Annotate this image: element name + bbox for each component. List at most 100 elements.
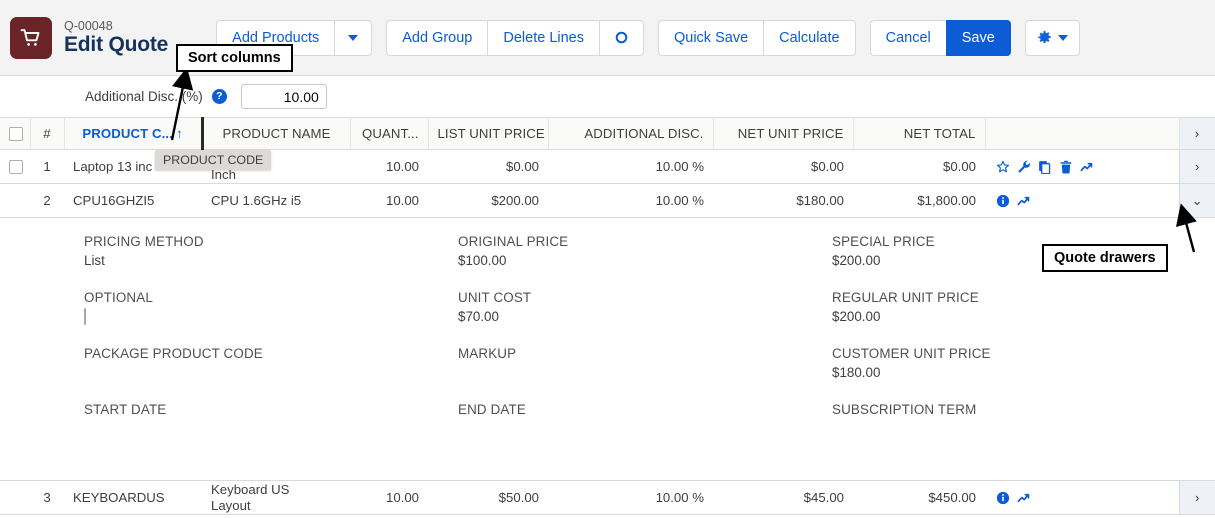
col-header-list-unit-price[interactable]: LIST UNIT PRICE (428, 117, 549, 150)
cell-net-unit-price: $45.00 (713, 480, 853, 515)
drawer-cell: PRICING METHOD List ORIGINAL PRICE $100.… (0, 217, 1215, 481)
field-value: List (84, 253, 105, 268)
star-icon[interactable] (996, 160, 1010, 174)
expand-all-toggle[interactable]: › (1178, 117, 1215, 150)
quick-save-button[interactable]: Quick Save (657, 19, 764, 56)
cell-list-unit-price: $200.00 (428, 183, 548, 218)
drawer-field-subscription-term: SUBSCRIPTION TERM (832, 402, 1206, 438)
info-icon[interactable] (996, 491, 1010, 505)
info-icon[interactable] (996, 194, 1010, 208)
drawer-field-unit-cost: UNIT COST $70.00 (458, 290, 832, 326)
drawer-field-pricing-method: PRICING METHOD List (84, 234, 458, 270)
cell-list-unit-price: $0.00 (428, 149, 548, 184)
col-header-additional-disc[interactable]: ADDITIONAL DISC. (548, 117, 714, 150)
trend-up-icon[interactable] (1080, 160, 1094, 174)
col-header-net-unit-price[interactable]: NET UNIT PRICE (713, 117, 854, 150)
settings-button[interactable] (1024, 19, 1080, 56)
page-title: Edit Quote (64, 32, 169, 56)
cell-product-name: CPU 1.6GHz i5 (202, 183, 350, 218)
drawer-field-customer-unit-price: CUSTOMER UNIT PRICE $180.00 (832, 346, 1206, 382)
field-value: $200.00 (832, 309, 881, 324)
cell-net-unit-price: $180.00 (713, 183, 853, 218)
record-id: Q-00048 (64, 18, 113, 33)
additional-discount-bar: Additional Disc. (%) ? (0, 76, 1215, 117)
caret-down-icon (1057, 34, 1068, 41)
cancel-save-group: Cancel Save (869, 19, 1011, 56)
help-circle-icon[interactable]: ? (211, 89, 227, 104)
action-toolbar: Add Products Add Group Delete Lines Quic… (216, 19, 1080, 56)
field-label: REGULAR UNIT PRICE (832, 290, 979, 305)
refresh-button[interactable] (598, 19, 644, 56)
cell-product-code: CPU16GHZI5 (64, 183, 202, 218)
field-value (832, 421, 1186, 438)
col-header-quantity[interactable]: QUANT... (350, 117, 429, 150)
field-label: MARKUP (458, 346, 517, 361)
field-label: ORIGINAL PRICE (458, 234, 569, 249)
field-value: $70.00 (458, 309, 499, 324)
table-row[interactable]: 3 KEYBOARDUS Keyboard US Layout 10.00 $5… (0, 480, 1215, 515)
field-label: SUBSCRIPTION TERM (832, 402, 977, 417)
copy-icon[interactable] (1038, 160, 1052, 174)
trash-icon[interactable] (1059, 160, 1073, 174)
additional-discount-input[interactable] (240, 84, 327, 109)
wrench-icon[interactable] (1017, 160, 1031, 174)
drawer-field-end-date: END DATE (458, 402, 832, 438)
add-products-dropdown-button[interactable] (334, 19, 373, 56)
drawer-field-package-product-code: PACKAGE PRODUCT CODE (84, 346, 458, 382)
row-select-cell[interactable] (0, 183, 30, 218)
product-code-tooltip: PRODUCT CODE (155, 150, 272, 170)
row-select-cell[interactable] (0, 480, 30, 515)
cell-net-total: $1,800.00 (853, 183, 985, 218)
field-value (458, 421, 812, 438)
drawer-field-markup: MARKUP (458, 346, 832, 382)
drawer-field-original-price: ORIGINAL PRICE $100.00 (458, 234, 832, 270)
col-header-product-code[interactable]: PRODUCT C... ↑ (64, 117, 204, 150)
product-name-line1: Keyboard US (211, 481, 290, 497)
calculate-button[interactable]: Calculate (763, 19, 856, 56)
cell-list-unit-price: $50.00 (428, 480, 548, 515)
row-expand-toggle[interactable]: › (1178, 149, 1215, 184)
trend-up-icon[interactable] (1017, 491, 1031, 505)
col-header-product-name[interactable]: PRODUCT NAME (202, 117, 351, 150)
cell-net-unit-price: $0.00 (713, 149, 853, 184)
col-header-net-total[interactable]: NET TOTAL (853, 117, 986, 150)
drawer-field-optional: OPTIONAL (84, 290, 458, 326)
row-checkbox[interactable] (9, 160, 23, 175)
select-all-checkbox[interactable] (9, 127, 23, 142)
delete-lines-button[interactable]: Delete Lines (487, 19, 599, 56)
cell-additional-disc: 10.00 % (548, 183, 713, 218)
row-expand-toggle[interactable]: ⌄ (1178, 183, 1215, 218)
trend-up-icon[interactable] (1017, 194, 1031, 208)
optional-checkbox[interactable] (84, 308, 86, 325)
row-index: 3 (30, 480, 64, 515)
row-expand-toggle[interactable]: › (1178, 480, 1215, 515)
cell-row-actions (985, 149, 1179, 184)
drawer-field-regular-unit-price: REGULAR UNIT PRICE $200.00 (832, 290, 1206, 326)
add-group-button[interactable]: Add Group (386, 19, 488, 56)
cell-additional-disc: 10.00 % (548, 149, 713, 184)
cell-quantity: 10.00 (350, 183, 428, 218)
select-all-header[interactable] (0, 117, 31, 150)
field-value: $180.00 (832, 365, 881, 380)
quote-line-drawer: PRICING METHOD List ORIGINAL PRICE $100.… (0, 217, 1215, 481)
row-index: 1 (30, 149, 64, 184)
save-button[interactable]: Save (945, 19, 1011, 56)
field-label: PACKAGE PRODUCT CODE (84, 346, 263, 361)
table-row[interactable]: 2 CPU16GHZI5 CPU 1.6GHz i5 10.00 $200.00… (0, 183, 1215, 218)
col-header-actions (985, 117, 1180, 150)
col-header-product-code-label: PRODUCT C... (82, 126, 173, 141)
cell-quantity: 10.00 (350, 480, 428, 515)
row-index: 2 (30, 183, 64, 218)
field-value: $100.00 (458, 253, 507, 268)
col-header-index[interactable]: # (30, 117, 65, 150)
quote-line-table: # PRODUCT C... ↑ PRODUCT NAME QUANT... LI… (0, 117, 1215, 515)
circle-icon (615, 31, 628, 44)
cancel-button[interactable]: Cancel (869, 19, 946, 56)
cell-product-name: Keyboard US Layout (202, 480, 350, 515)
row-select-cell[interactable] (0, 149, 30, 184)
field-label: END DATE (458, 402, 526, 417)
field-label: START DATE (84, 402, 167, 417)
gear-icon (1038, 30, 1051, 44)
line-actions-group: Add Group Delete Lines (386, 19, 644, 56)
brand-block: Q-00048 Edit Quote (0, 16, 169, 59)
